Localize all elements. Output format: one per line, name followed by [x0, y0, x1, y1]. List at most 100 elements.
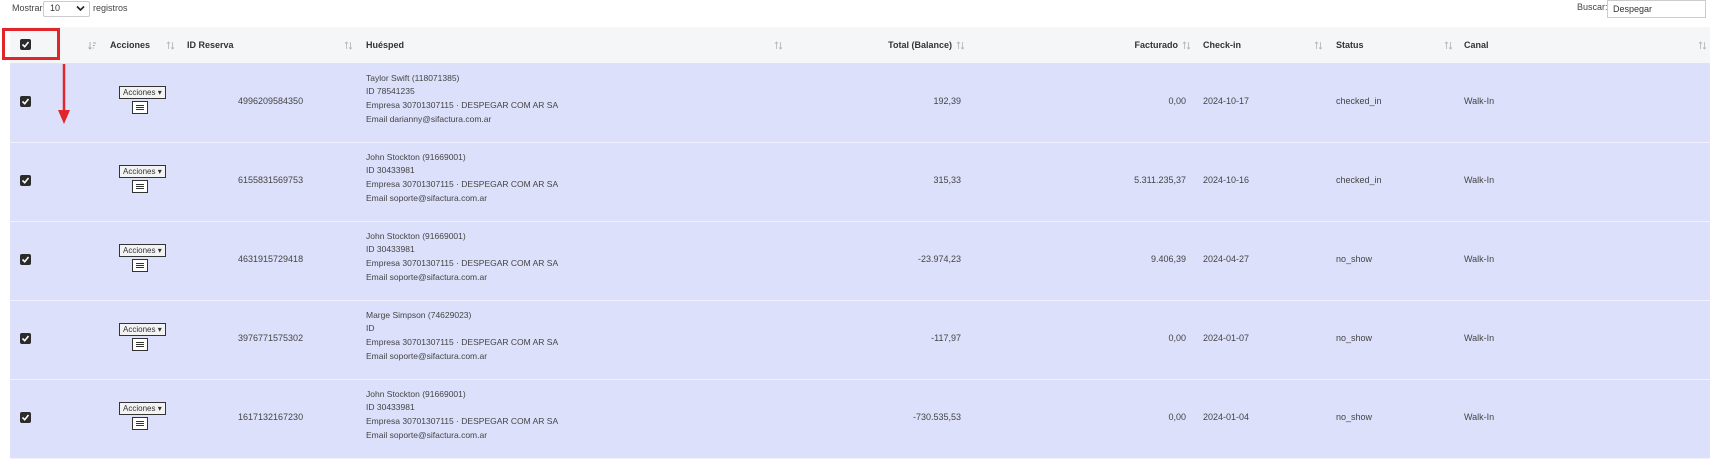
reservation-id: 1617132167230 — [238, 412, 304, 422]
check-icon — [21, 335, 30, 342]
column-header-invoiced[interactable]: Facturado — [1090, 27, 1178, 63]
sort-icon[interactable] — [1182, 41, 1191, 50]
sort-icon[interactable] — [88, 41, 97, 50]
reservations-table: Acciones ID Reserva Huésped Total (Balan… — [10, 27, 1710, 459]
table-toolbar: Mostrar 10 registros Buscar: — [0, 0, 1716, 24]
sort-icon[interactable] — [166, 41, 175, 50]
guest-name: John Stockton (91669001) — [366, 231, 466, 241]
invoiced-amount: 0,00 — [1168, 412, 1186, 422]
invoice-icon[interactable] — [132, 180, 148, 193]
guest-company: Empresa 30701307115 · DESPEGAR COM AR SA — [366, 179, 559, 189]
row-checkbox[interactable] — [20, 412, 31, 423]
table-header: Acciones ID Reserva Huésped Total (Balan… — [10, 27, 1710, 64]
guest-name: John Stockton (91669001) — [366, 152, 466, 162]
channel-value: Walk-In — [1464, 412, 1495, 422]
row-actions-label: Acciones — [123, 88, 156, 97]
guest-name: Marge Simpson (74629023) — [366, 310, 472, 320]
chevron-down-icon — [76, 5, 85, 12]
channel-value: Walk-In — [1464, 254, 1495, 264]
row-actions-dropdown[interactable]: Acciones ▾ — [119, 323, 166, 336]
guest-company: Empresa 30701307115 · DESPEGAR COM AR SA — [366, 416, 559, 426]
row-actions-dropdown[interactable]: Acciones ▾ — [119, 86, 166, 99]
search-label: Buscar: — [1577, 2, 1608, 12]
invoiced-amount: 0,00 — [1168, 333, 1186, 343]
channel-value: Walk-In — [1464, 96, 1495, 106]
table-row[interactable]: Acciones ▾ 4996209584350 Taylor Swift (1… — [10, 64, 1710, 143]
total-balance: -23.974,23 — [917, 254, 961, 264]
row-actions-label: Acciones — [123, 325, 156, 334]
status-value: no_show — [1336, 333, 1373, 343]
column-header-reservation-id[interactable]: ID Reserva — [187, 27, 234, 63]
guest-document: ID — [366, 323, 375, 333]
column-header-guest[interactable]: Huésped — [366, 27, 404, 63]
column-header-actions[interactable]: Acciones — [110, 27, 150, 63]
invoiced-amount: 0,00 — [1168, 96, 1186, 106]
check-icon — [21, 256, 30, 263]
guest-company: Empresa 30701307115 · DESPEGAR COM AR SA — [366, 337, 559, 347]
invoice-icon[interactable] — [132, 338, 148, 351]
status-value: checked_in — [1336, 96, 1382, 106]
column-header-status[interactable]: Status — [1336, 27, 1364, 63]
guest-company: Empresa 30701307115 · DESPEGAR COM AR SA — [366, 100, 559, 110]
guest-name: Taylor Swift (118071385) — [366, 73, 460, 83]
guest-email: Email soporte@sifactura.com.ar — [366, 272, 488, 282]
row-actions-dropdown[interactable]: Acciones ▾ — [119, 244, 166, 257]
channel-value: Walk-In — [1464, 333, 1495, 343]
channel-value: Walk-In — [1464, 175, 1495, 185]
guest-email: Email darianny@sifactura.com.ar — [366, 114, 492, 124]
row-actions-label: Acciones — [123, 167, 156, 176]
guest-document: ID 30433981 — [366, 244, 415, 254]
row-actions-label: Acciones — [123, 404, 156, 413]
status-value: no_show — [1336, 254, 1373, 264]
page-length-select[interactable]: 10 — [43, 1, 90, 17]
total-balance: 315,33 — [933, 175, 961, 185]
row-checkbox[interactable] — [20, 333, 31, 344]
sort-icon[interactable] — [956, 41, 965, 50]
row-actions-label: Acciones — [123, 246, 156, 255]
search-input[interactable] — [1607, 0, 1706, 18]
row-checkbox[interactable] — [20, 96, 31, 107]
column-header-channel[interactable]: Canal — [1464, 27, 1489, 63]
records-label: registros — [93, 3, 128, 13]
column-header-checkin[interactable]: Check-in — [1203, 27, 1241, 63]
reservation-id: 4996209584350 — [238, 96, 304, 106]
status-value: no_show — [1336, 412, 1373, 422]
checkin-date: 2024-04-27 — [1203, 254, 1250, 264]
table-row[interactable]: Acciones ▾ 3976771575302 Marge Simpson (… — [10, 301, 1710, 380]
invoice-icon[interactable] — [132, 101, 148, 114]
sort-icon[interactable] — [344, 41, 353, 50]
table-row[interactable]: Acciones ▾ 4631915729418 John Stockton (… — [10, 222, 1710, 301]
table-row[interactable]: Acciones ▾ 6155831569753 John Stockton (… — [10, 143, 1710, 222]
sort-icon[interactable] — [1444, 41, 1453, 50]
checkin-date: 2024-01-04 — [1203, 412, 1250, 422]
sort-icon[interactable] — [1698, 41, 1707, 50]
sort-icon[interactable] — [1314, 41, 1323, 50]
invoiced-amount: 9.406,39 — [1150, 254, 1186, 264]
column-header-total[interactable]: Total (Balance) — [860, 27, 952, 63]
check-icon — [21, 414, 30, 421]
table-row[interactable]: Acciones ▾ 1617132167230 John Stockton (… — [10, 380, 1710, 459]
row-checkbox[interactable] — [20, 175, 31, 186]
invoice-icon[interactable] — [132, 417, 148, 430]
total-balance: -730.535,53 — [912, 412, 961, 422]
reservation-id: 4631915729418 — [238, 254, 304, 264]
guest-document: ID 30433981 — [366, 402, 415, 412]
guest-document: ID 78541235 — [366, 86, 415, 96]
checkin-date: 2024-10-16 — [1203, 175, 1250, 185]
sort-icon[interactable] — [774, 41, 783, 50]
total-balance: -117,97 — [931, 333, 961, 343]
page-length-value: 10 — [50, 3, 61, 13]
check-icon — [21, 98, 30, 105]
annotation-highlight-box — [2, 28, 60, 60]
invoiced-amount: 5.311.235,37 — [1134, 175, 1186, 185]
reservation-id: 6155831569753 — [238, 175, 304, 185]
guest-name: John Stockton (91669001) — [366, 389, 466, 399]
row-actions-dropdown[interactable]: Acciones ▾ — [119, 402, 166, 415]
row-checkbox[interactable] — [20, 254, 31, 265]
invoice-icon[interactable] — [132, 259, 148, 272]
guest-email: Email soporte@sifactura.com.ar — [366, 193, 488, 203]
checkin-date: 2024-01-07 — [1203, 333, 1250, 343]
checkin-date: 2024-10-17 — [1203, 96, 1250, 106]
row-actions-dropdown[interactable]: Acciones ▾ — [119, 165, 166, 178]
annotation-arrow-icon — [58, 64, 70, 124]
